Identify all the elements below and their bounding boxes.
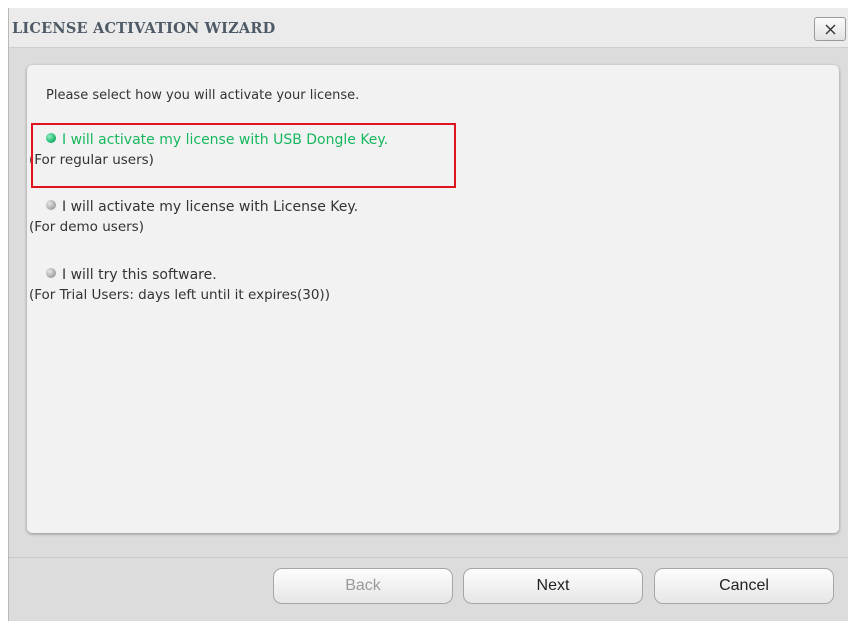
option-usb-dongle-label-line: I will activate my license with USB Dong…: [46, 131, 388, 149]
radio-unselected-icon[interactable]: [46, 200, 56, 210]
license-wizard-window: LICENSE ACTIVATION WIZARD Please select …: [8, 8, 848, 621]
option-usb-dongle[interactable]: I will activate my license with USB Dong…: [27, 131, 527, 175]
radio-unselected-icon[interactable]: [46, 268, 56, 278]
close-icon: [825, 24, 836, 35]
back-button[interactable]: Back: [273, 568, 453, 604]
option-license-key[interactable]: I will activate my license with License …: [27, 198, 527, 242]
title-bar: LICENSE ACTIVATION WIZARD: [9, 8, 848, 48]
option-trial[interactable]: I will try this software. (For Trial Use…: [27, 266, 527, 310]
next-button[interactable]: Next: [463, 568, 643, 604]
footer-divider: [9, 557, 848, 558]
close-button[interactable]: [814, 17, 846, 41]
option-trial-label: I will try this software.: [62, 267, 217, 283]
option-license-key-label: I will activate my license with License …: [62, 199, 359, 215]
option-trial-label-line: I will try this software.: [46, 266, 217, 284]
options-panel: Please select how you will activate your…: [27, 65, 839, 533]
option-trial-sublabel: (For Trial Users: days left until it exp…: [29, 287, 330, 303]
option-license-key-sublabel: (For demo users): [29, 219, 144, 235]
option-license-key-label-line: I will activate my license with License …: [46, 198, 358, 216]
cancel-button[interactable]: Cancel: [654, 568, 834, 604]
option-usb-dongle-label: I will activate my license with USB Dong…: [62, 132, 389, 148]
radio-selected-icon[interactable]: [46, 133, 56, 143]
window-title: LICENSE ACTIVATION WIZARD: [12, 20, 276, 37]
option-usb-dongle-sublabel: (For regular users): [29, 152, 154, 168]
instruction-text: Please select how you will activate your…: [46, 88, 360, 103]
